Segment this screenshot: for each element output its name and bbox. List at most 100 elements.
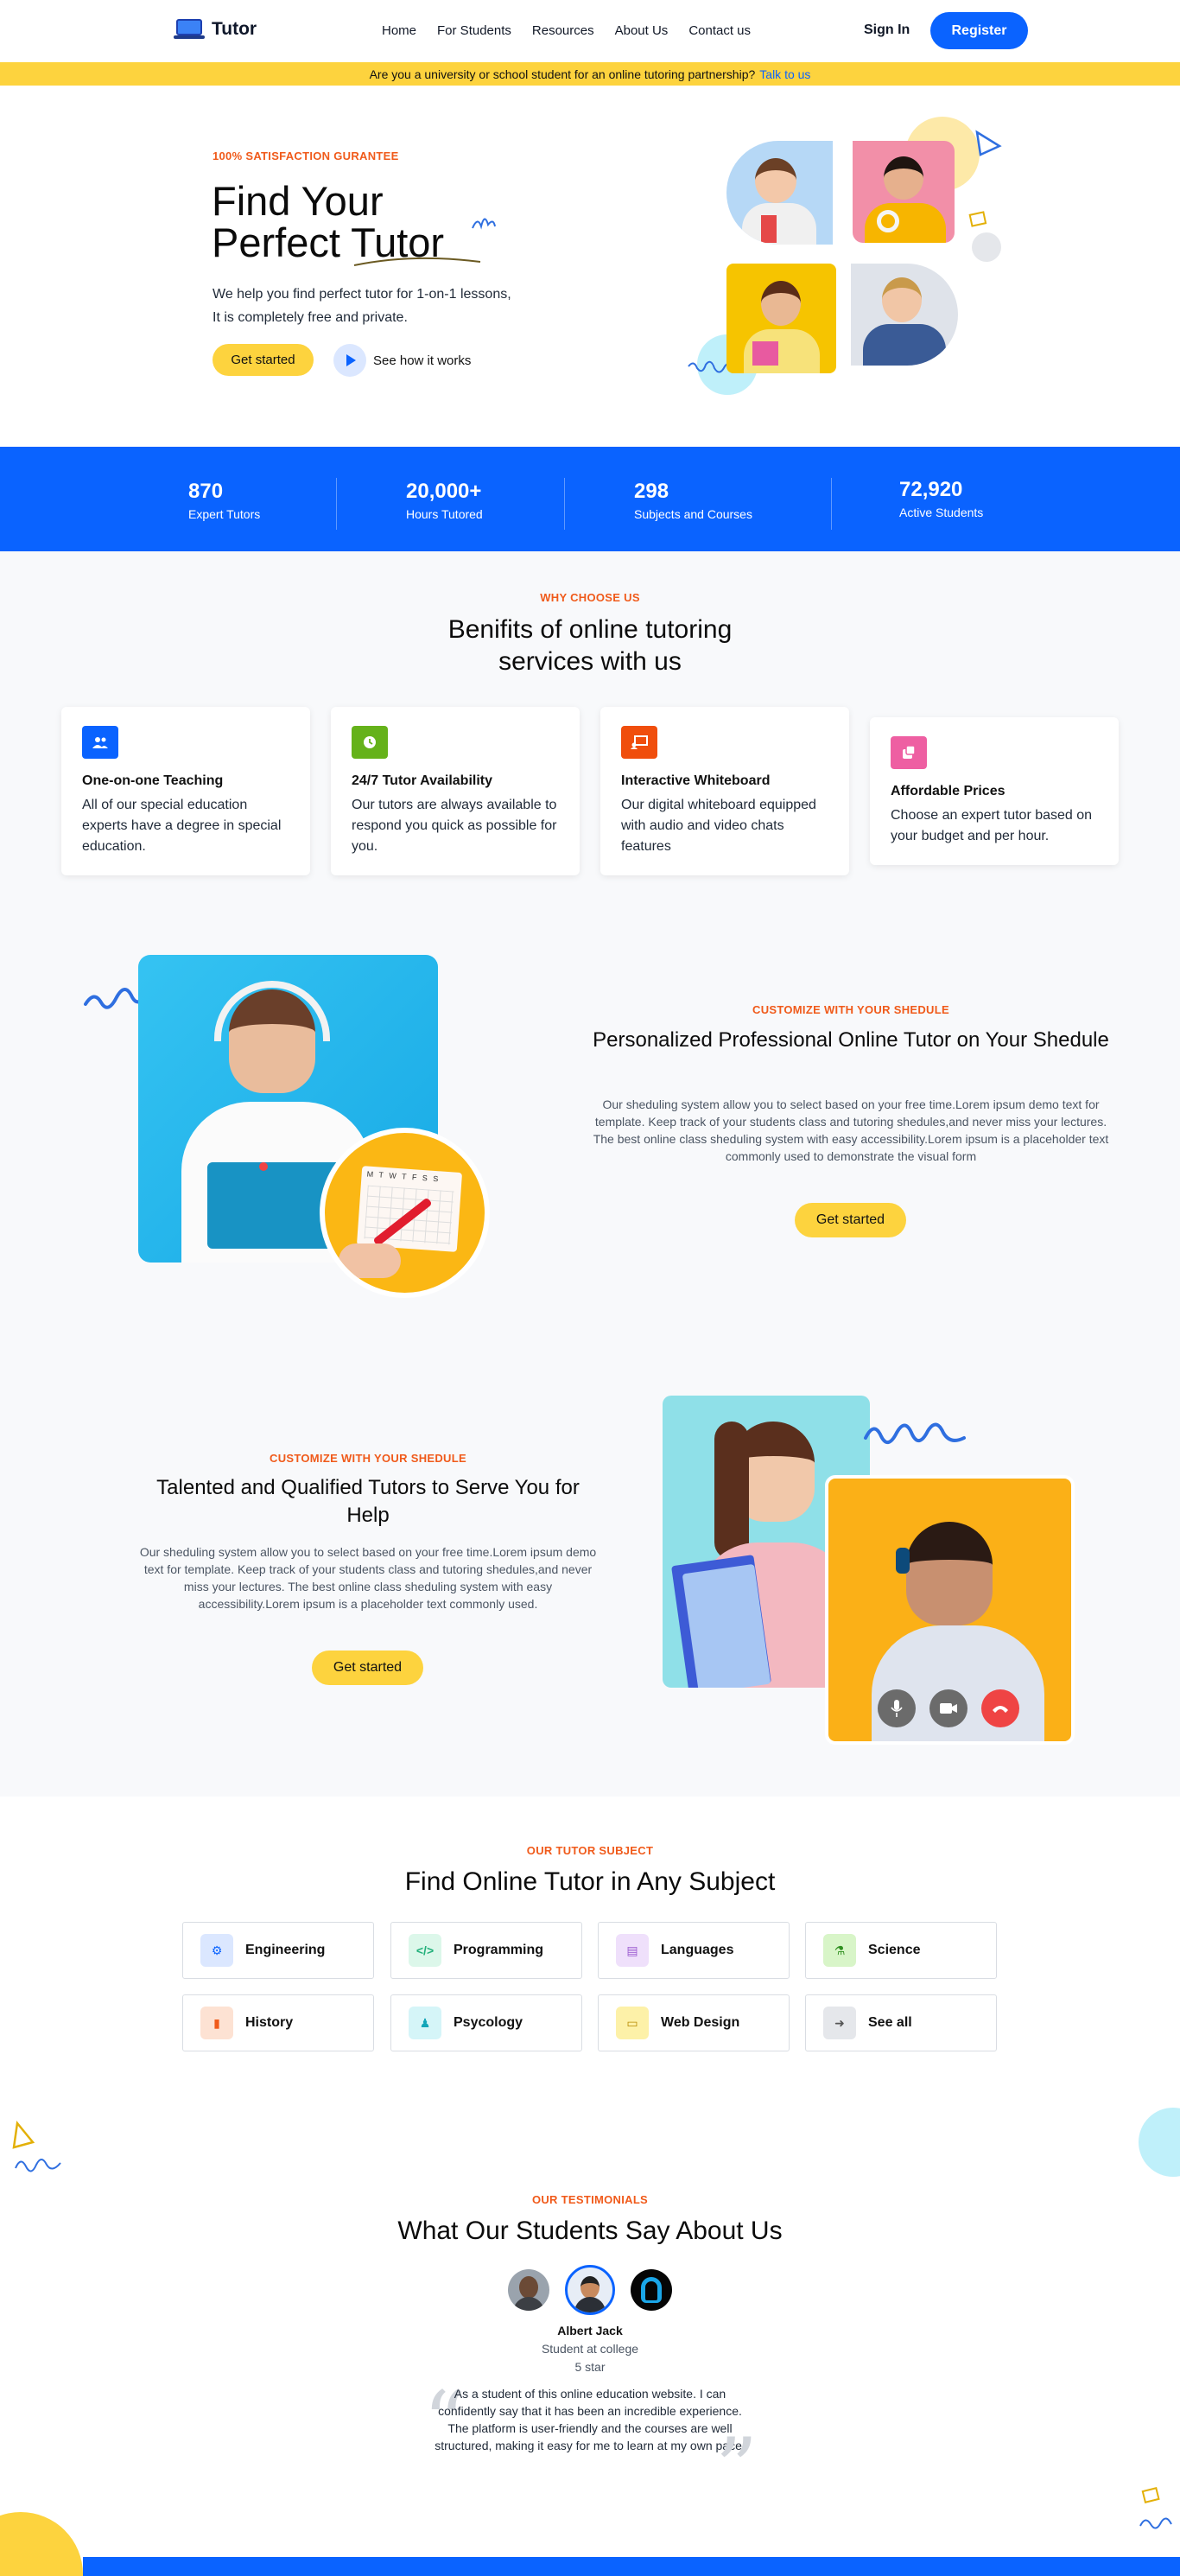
video-camera-icon[interactable] [929,1689,967,1727]
subject-programming[interactable]: </> Programming [390,1922,582,1979]
menu-about-us[interactable]: About Us [615,23,669,38]
triangle-doodle-icon [975,130,1002,156]
bottom-right-doodle [1139,2487,1172,2529]
talk-to-us-link[interactable]: Talk to us [759,67,810,81]
brand-logo[interactable]: Tutor [174,19,257,40]
calendar-circle-image: M T W T F S S [320,1128,490,1298]
yellow-circle-shape [0,2512,83,2576]
menu-contact-us[interactable]: Contact us [688,23,751,38]
stat-hours-tutored: 20,000+ Hours Tutored [406,480,483,521]
student-photo-2 [853,141,955,243]
hero-eyebrow: 100% SATISFACTION GURANTEE [213,149,399,162]
stat-active-students: 72,920 Active Students [899,478,983,519]
student-photo-1 [726,141,833,245]
grey-circle-shape [972,232,1001,262]
hero-desc-line2: It is completely free and private. [213,310,408,325]
testimonial-rating: 5 star [574,2360,606,2374]
play-icon [333,344,366,377]
hero-get-started-button[interactable]: Get started [213,344,314,376]
benefits-title-line1: Benifits of online tutoring [447,615,733,644]
tutors-title: Talented and Qualified Tutors to Serve Y… [156,1476,580,1527]
brand-name: Tutor [212,19,257,39]
subject-languages[interactable]: ▤ Languages [598,1922,790,1979]
benefit-card-availability: 24/7 Tutor Availability Our tutors are a… [331,707,580,875]
subject-label: Programming [454,1943,544,1957]
laptop-icon [174,19,205,40]
testimonials-eyebrow: OUR TESTIMONIALS [531,2193,649,2206]
arrow-right-icon: ➜ [823,2007,856,2039]
users-icon [82,726,118,759]
benefit-card-prices: Affordable Prices Choose an expert tutor… [870,717,1119,865]
testimonial-avatar-active[interactable] [565,2265,615,2315]
subject-label: Science [868,1943,921,1957]
benefit-desc: All of our special education experts hav… [82,798,282,854]
menu-home[interactable]: Home [382,23,416,38]
testimonial-role: Student at college [541,2342,639,2356]
subject-label: Languages [661,1943,734,1957]
stat-subjects: 298 Subjects and Courses [634,480,752,521]
benefit-title: 24/7 Tutor Availability [352,773,493,788]
testimonial-avatar-1[interactable] [508,2269,549,2311]
end-call-icon[interactable] [981,1689,1019,1727]
testimonial-quote: As a student of this online education we… [435,2387,745,2452]
subjects-title: Find Online Tutor in Any Subject [404,1867,776,1896]
testimonial-avatar-3[interactable] [631,2269,672,2311]
banner-text: Are you a university or school student f… [369,67,756,81]
gear-icon: ⚙ [200,1934,233,1967]
cyan-circle-shape [1139,2108,1180,2177]
subjects-eyebrow: OUR TUTOR SUBJECT [526,1844,654,1857]
subject-history[interactable]: ▮ History [182,1994,374,2051]
see-how-label: See how it works [373,353,472,368]
sign-in-link[interactable]: Sign In [864,22,910,38]
menu-resources[interactable]: Resources [532,23,594,38]
stat-label: Expert Tutors [188,507,261,521]
subject-engineering[interactable]: ⚙ Engineering [182,1922,374,1979]
subject-label: Psycology [454,2015,523,2030]
register-button[interactable]: Register [930,12,1028,49]
hero-image-collage [687,103,1015,397]
microphone-icon[interactable] [878,1689,916,1727]
benefit-title: One-on-one Teaching [82,773,224,788]
benefits-and-features-section: WHY CHOOSE US Benifits of online tutorin… [0,551,1180,1797]
hero-title-line1: Find Your [212,178,384,224]
stat-label: Subjects and Courses [634,507,752,521]
subject-psycology[interactable]: ♟ Psycology [390,1994,582,2051]
title-underline-decoration [353,257,481,266]
stat-label: Hours Tutored [406,507,483,521]
subject-label: Web Design [661,2015,740,2030]
testimonial-name: Albert Jack [557,2324,623,2337]
schedule-eyebrow: CUSTOMIZE WITH YOUR SHEDULE [752,1003,949,1016]
benefit-title: Affordable Prices [891,784,1006,798]
student-photo-3 [726,264,836,373]
subjects-and-testimonials-section: OUR TUTOR SUBJECT Find Online Tutor in A… [0,1797,1180,2576]
schedule-get-started-button[interactable]: Get started [795,1203,906,1237]
subject-see-all[interactable]: ➜ See all [805,1994,997,2051]
subject-science[interactable]: ⚗ Science [805,1922,997,1979]
tutors-get-started-button[interactable]: Get started [312,1651,423,1685]
clock-icon [352,726,388,759]
benefit-desc: Choose an expert tutor based on your bud… [891,808,1093,843]
monitor-icon: ▭ [616,2007,649,2039]
tutors-eyebrow: CUSTOMIZE WITH YOUR SHEDULE [270,1452,466,1465]
stat-divider [831,478,832,530]
menu-for-students[interactable]: For Students [437,23,511,38]
square-doodle-icon [968,211,987,227]
left-doodle-decoration [12,2121,61,2172]
price-tag-icon [891,736,927,769]
book-icon: ▮ [200,2007,233,2039]
language-icon: ▤ [616,1934,649,1967]
student-photo-4 [851,264,958,366]
hero-desc-line1: We help you find perfect tutor for 1-on-… [213,287,511,302]
subject-web-design[interactable]: ▭ Web Design [598,1994,790,2051]
stat-label: Active Students [899,506,984,519]
subject-label: See all [868,2015,912,2030]
testimonials-title: What Our Students Say About Us [397,2217,783,2245]
announcement-banner: Are you a university or school student f… [0,62,1180,86]
see-how-it-works-button[interactable]: See how it works [333,344,471,377]
stat-divider [564,478,565,530]
close-quote-icon: ” [715,2420,758,2517]
subject-label: Engineering [245,1943,326,1957]
benefit-card-whiteboard: Interactive Whiteboard Our digital white… [600,707,849,875]
benefits-eyebrow: WHY CHOOSE US [540,591,640,604]
tutors-description: Our sheduling system allow you to select… [139,1545,597,1611]
